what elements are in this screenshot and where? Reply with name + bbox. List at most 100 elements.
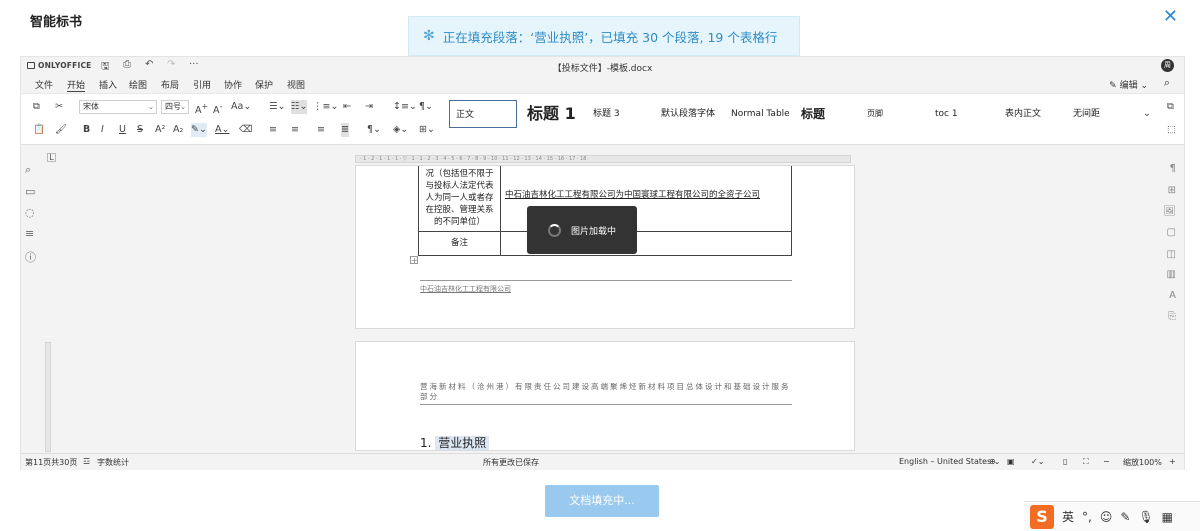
ruler-tab-icon[interactable]: L <box>47 153 56 162</box>
copy-icon[interactable]: ⧉ <box>33 100 40 114</box>
select-icon[interactable]: ⬚ <box>1167 123 1176 137</box>
punctuation-icon[interactable]: °, <box>1082 510 1092 524</box>
track-changes-icon[interactable]: ✓⌄ <box>1031 457 1044 466</box>
style-normal[interactable]: 正文 <box>449 100 517 128</box>
vertical-ruler[interactable] <box>45 342 51 452</box>
increase-indent-icon[interactable]: ⇥ <box>365 100 373 114</box>
justify-icon[interactable]: ≣ <box>341 123 349 137</box>
save-icon[interactable]: 🖫 <box>101 59 110 76</box>
superscript-icon[interactable]: A² <box>155 123 165 137</box>
avatar[interactable]: 周 <box>1161 59 1174 72</box>
pen-icon[interactable]: ✎ <box>1120 510 1130 524</box>
menu-layout[interactable]: 布局 <box>161 78 179 91</box>
highlight-icon[interactable]: ✎⌄ <box>191 123 207 137</box>
header-footer-icon[interactable]: ▢ <box>1167 227 1176 238</box>
style-no-spacing[interactable]: 无间距 <box>1067 100 1135 128</box>
align-left-icon[interactable]: ≡ <box>269 123 277 137</box>
align-center-icon[interactable]: ≡ <box>291 123 299 137</box>
font-size-select[interactable]: 四号 ⌄ <box>161 100 189 114</box>
grid-icon[interactable]: ▦ <box>1162 510 1173 524</box>
subscript-icon[interactable]: A₂ <box>173 123 183 137</box>
menu-insert[interactable]: 插入 <box>99 78 117 91</box>
menu-draw[interactable]: 绘图 <box>129 78 147 91</box>
font-name-select[interactable]: 宋体 ⌄ <box>79 100 157 114</box>
fit-page-icon[interactable]: ▯ <box>1063 457 1067 466</box>
chat-icon[interactable]: ◌ <box>25 206 35 219</box>
menu-references[interactable]: 引用 <box>193 78 211 91</box>
paragraph-spacing-icon[interactable]: ¶⌄ <box>419 100 433 114</box>
underline-icon[interactable]: U <box>119 123 126 137</box>
fit-width-icon[interactable]: ⛶ <box>1083 457 1089 467</box>
signature-icon[interactable]: ⎘ <box>1168 311 1176 322</box>
style-heading3[interactable]: 标题 3 <box>587 100 653 128</box>
strikethrough-icon[interactable]: S <box>137 123 143 137</box>
menu-home[interactable]: 开始 <box>67 78 86 92</box>
comments-icon[interactable]: ▭ <box>25 185 35 198</box>
search-icon[interactable]: ⌕ <box>1164 76 1170 90</box>
edit-mode-dropdown[interactable]: ✎ 编辑 ⌄ <box>1109 78 1148 91</box>
document-page[interactable]: 营海新材料（沧州港）有限责任公司建设高端聚烯烃新材料项目总体设计和基础设计服务部… <box>355 341 855 451</box>
table-settings-icon[interactable]: ⊞ <box>1168 185 1176 196</box>
text-art-icon[interactable]: A <box>1169 290 1176 301</box>
globe-icon[interactable]: ⊕ <box>989 457 996 466</box>
spellcheck-icon[interactable]: ▣ <box>1007 457 1015 466</box>
align-right-icon[interactable]: ≡ <box>317 123 325 137</box>
zoom-level[interactable]: 缩放100% <box>1123 457 1162 468</box>
style-toc1[interactable]: toc 1 <box>929 100 997 128</box>
bold-icon[interactable]: B <box>83 123 90 137</box>
menu-collaborate[interactable]: 协作 <box>224 78 242 91</box>
style-footer[interactable]: 页脚 <box>861 100 927 128</box>
menu-protect[interactable]: 保护 <box>255 78 273 91</box>
shading-icon[interactable]: ◈⌄ <box>393 123 408 137</box>
numbered-list-icon[interactable]: ☷⌄ <box>291 100 308 114</box>
chart-settings-icon[interactable]: ▥ <box>1167 269 1176 280</box>
style-normal-table[interactable]: Normal Table <box>725 100 793 128</box>
italic-icon[interactable]: I <box>101 123 104 137</box>
sogou-icon[interactable]: S <box>1030 504 1054 529</box>
word-count-label[interactable]: 字数统计 <box>97 457 129 468</box>
bullet-list-icon[interactable]: ☰⌄ <box>269 100 285 114</box>
copy-style-icon[interactable]: ⧉ <box>1167 100 1174 114</box>
info-icon[interactable]: ⓘ <box>25 249 36 265</box>
chevron-down-icon[interactable]: ⌄ <box>1143 107 1151 121</box>
increase-font-icon[interactable]: A+ <box>195 100 208 118</box>
style-default-paragraph-font[interactable]: 默认段落字体 <box>655 100 723 128</box>
print-icon[interactable]: ⎙ <box>123 59 131 70</box>
cut-icon[interactable]: ✂ <box>55 100 63 114</box>
word-count-icon[interactable]: ☲ <box>83 457 90 466</box>
style-title[interactable]: 标题 <box>795 100 859 128</box>
filling-document-button[interactable]: 文档填充中... <box>545 485 659 517</box>
paste-icon[interactable]: 📋 <box>33 123 45 137</box>
paragraph-settings-icon[interactable]: ¶ <box>1170 163 1176 174</box>
multilevel-list-icon[interactable]: ⋮≡⌄ <box>313 100 338 114</box>
decrease-indent-icon[interactable]: ⇤ <box>343 100 351 114</box>
font-color-icon[interactable]: A⌄ <box>215 123 229 137</box>
search-icon[interactable]: ⌕ <box>25 163 31 177</box>
shape-settings-icon[interactable]: ◫ <box>1167 249 1176 260</box>
more-icon[interactable]: ··· <box>189 59 199 70</box>
horizontal-ruler[interactable]: · 1 · 2 · 1 · 1 · 1 · ▽ · 1 · 1 · 2 · 3 … <box>355 155 851 163</box>
add-row-icon[interactable]: + <box>410 256 418 265</box>
style-table-body[interactable]: 表内正文 <box>999 100 1065 128</box>
style-heading1[interactable]: 标题 1 <box>521 100 585 128</box>
close-icon[interactable]: ✕ <box>1163 8 1178 26</box>
menu-view[interactable]: 视图 <box>287 78 305 91</box>
language-select[interactable]: English – United States ⌄ <box>899 457 1000 466</box>
redo-icon[interactable]: ↷ <box>167 59 175 70</box>
menu-file[interactable]: 文件 <box>35 78 53 91</box>
microphone-icon[interactable]: 🎙 <box>1138 510 1153 524</box>
ime-language[interactable]: 英 <box>1062 508 1074 525</box>
clear-format-icon[interactable]: ⌫ <box>239 123 252 137</box>
format-painter-icon[interactable]: 🖌 <box>55 123 67 137</box>
paragraph-marks-icon[interactable]: ¶⌄ <box>367 123 381 137</box>
line-spacing-icon[interactable]: ↕≡⌄ <box>393 100 417 114</box>
image-settings-icon[interactable]: 🖼 <box>1163 206 1176 217</box>
change-case-icon[interactable]: Aa⌄ <box>231 100 251 114</box>
page-counter[interactable]: 第11页共30页 <box>25 457 77 468</box>
zoom-in-icon[interactable]: + <box>1169 457 1176 466</box>
undo-icon[interactable]: ↶ <box>145 59 153 70</box>
decrease-font-icon[interactable]: A- <box>213 100 222 118</box>
borders-icon[interactable]: ⊞⌄ <box>419 123 435 137</box>
zoom-out-icon[interactable]: − <box>1103 457 1110 466</box>
emoji-icon[interactable]: ☺ <box>1100 510 1113 524</box>
